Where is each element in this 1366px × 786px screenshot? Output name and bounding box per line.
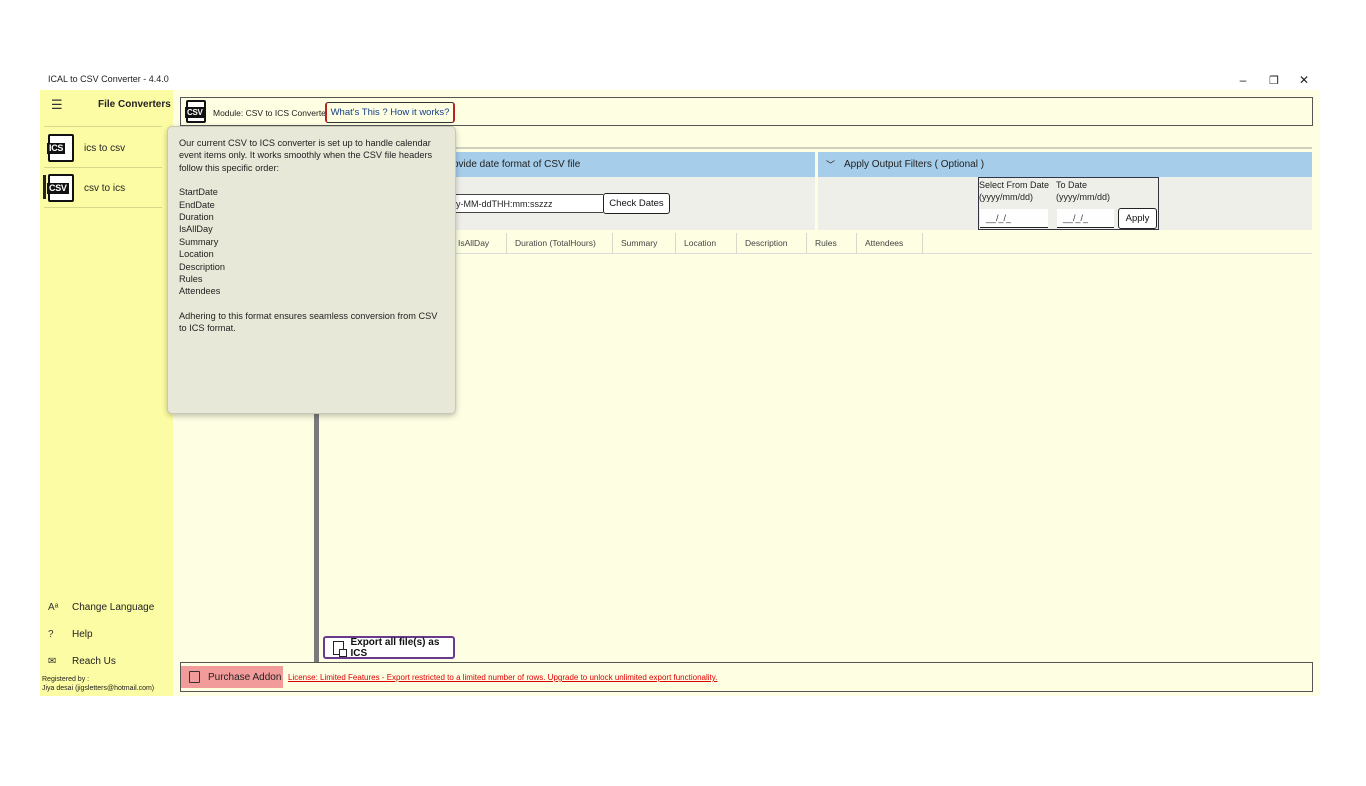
divider — [322, 147, 1312, 149]
tooltip-field-list: StartDate EndDate Duration IsAllDay Summ… — [179, 186, 444, 298]
how-it-works-button[interactable]: What's This ? How it works? — [325, 102, 455, 123]
help-icon: ? — [48, 629, 54, 640]
purchase-addon-button[interactable]: Purchase Addon — [181, 666, 283, 688]
date-format-input[interactable]: y-MM-ddTHH:mm:sszzz — [453, 194, 603, 213]
tooltip-field: StartDate — [179, 187, 218, 198]
apply-button[interactable]: Apply — [1118, 208, 1157, 229]
tooltip-field: Location — [179, 249, 214, 260]
ics-file-icon: ICS — [47, 134, 74, 162]
csv-module-icon: CSV — [184, 100, 206, 123]
purchase-label: Purchase Addon — [208, 671, 282, 683]
column-header-description[interactable]: Description — [737, 233, 807, 253]
restore-button[interactable]: ❐ — [1265, 72, 1283, 88]
translate-icon: Aᵃ — [48, 602, 59, 613]
from-date-input[interactable]: __/_/_ — [980, 209, 1048, 228]
sidebar-divider — [44, 167, 162, 168]
registered-user: Jiya desai (jigsletters@hotmail.com) — [42, 685, 155, 692]
output-filters-label: Apply Output Filters ( Optional ) — [844, 159, 985, 170]
sidebar-divider — [44, 207, 162, 208]
chevron-down-icon: ﹀ — [826, 160, 836, 170]
sidebar-item-label: ics to csv — [84, 142, 126, 154]
change-language-button[interactable]: Aᵃ Change Language — [48, 602, 154, 613]
hamburger-menu-icon[interactable]: ☰ — [51, 97, 63, 113]
column-header-isallday[interactable]: IsAllDay — [450, 233, 507, 253]
registered-label: Registered by : — [42, 676, 90, 683]
reach-us-button[interactable]: ✉ Reach Us — [48, 656, 116, 667]
tooltip-intro: Our current CSV to ICS converter is set … — [179, 138, 433, 173]
help-button[interactable]: ? Help — [48, 629, 93, 640]
table-header-divider — [322, 253, 1312, 254]
gift-icon — [189, 671, 200, 683]
column-header-rules[interactable]: Rules — [807, 233, 857, 253]
sidebar-item-ics-to-csv[interactable]: ICS ics to csv — [44, 130, 162, 166]
from-date-label: Select From Date (yyyy/mm/dd) — [979, 180, 1050, 202]
window-title: ICAL to CSV Converter - 4.4.0 — [48, 74, 169, 84]
to-date-input[interactable]: __/_/_ — [1057, 209, 1114, 228]
reach-us-label: Reach Us — [72, 656, 116, 667]
to-date-label: To Date (yyyy/mm/dd) — [1056, 180, 1110, 202]
export-ics-button[interactable]: Export all file(s) as ICS — [323, 636, 455, 659]
tooltip-field: EndDate — [179, 199, 215, 210]
help-label: Help — [72, 629, 93, 640]
change-language-label: Change Language — [72, 602, 155, 613]
column-header-attendees[interactable]: Attendees — [857, 233, 923, 253]
sidebar-item-csv-to-ics[interactable]: CSV csv to ics — [44, 170, 162, 206]
check-dates-button[interactable]: Check Dates — [603, 193, 670, 214]
export-label: Export all file(s) as ICS — [350, 636, 440, 659]
tooltip-field: Summary — [179, 236, 219, 247]
sidebar-title: File Converters — [98, 99, 171, 110]
column-header-location[interactable]: Location — [676, 233, 737, 253]
how-it-works-tooltip: Our current CSV to ICS converter is set … — [167, 126, 456, 414]
tooltip-field: Duration — [179, 212, 214, 223]
license-link[interactable]: License: Limited Features - Export restr… — [288, 673, 717, 682]
sidebar-divider — [44, 126, 162, 127]
csv-file-icon: CSV — [47, 174, 74, 202]
tooltip-field: IsAllDay — [179, 224, 213, 235]
export-file-icon — [333, 640, 348, 657]
tooltip-field: Description — [179, 261, 225, 272]
module-label: Module: CSV to ICS Converter — [213, 108, 329, 118]
close-button[interactable]: ✕ — [1295, 72, 1313, 88]
minimize-button[interactable]: – — [1234, 72, 1252, 88]
tooltip-outro: Adhering to this format ensures seamless… — [179, 310, 438, 334]
column-header-summary[interactable]: Summary — [613, 233, 676, 253]
column-header-duration[interactable]: Duration (TotalHours) — [507, 233, 613, 253]
mail-icon: ✉ — [48, 656, 57, 667]
tooltip-field: Rules — [179, 274, 203, 285]
sidebar-item-label: csv to ics — [84, 182, 126, 194]
tooltip-field: Attendees — [179, 286, 221, 297]
output-filters-header[interactable]: ﹀ Apply Output Filters ( Optional ) — [818, 152, 1312, 177]
